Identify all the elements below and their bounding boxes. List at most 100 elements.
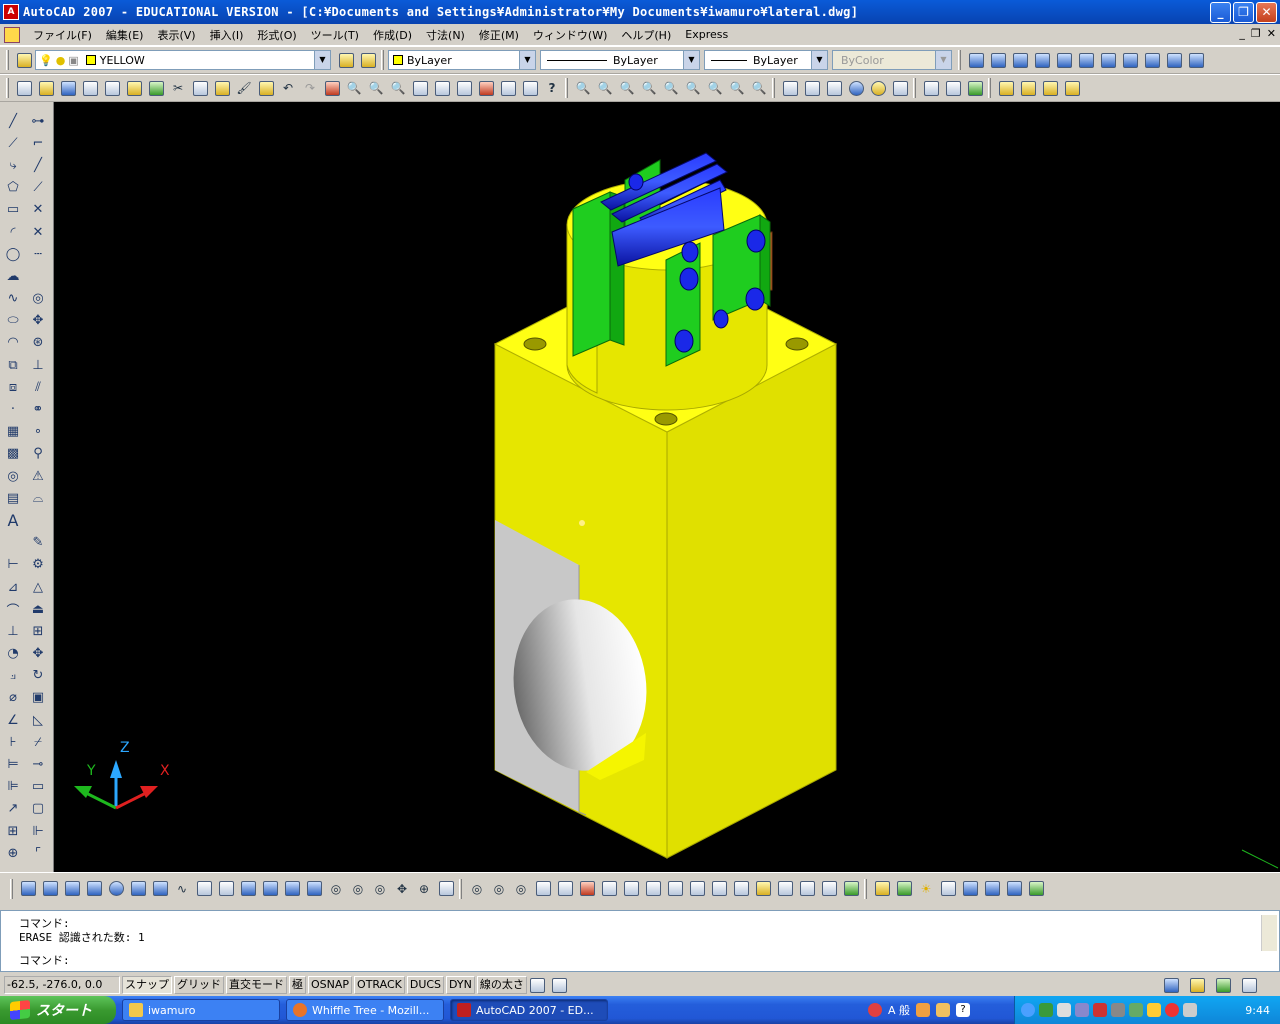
offset-icon[interactable]: ✕ (28, 221, 48, 243)
ime-tool-icon[interactable] (916, 1003, 931, 1017)
move3d-icon[interactable]: ✥ (28, 643, 48, 665)
open-file-icon[interactable] (35, 77, 57, 99)
helix-icon[interactable]: ∿ (171, 878, 193, 900)
3d-dwf-icon[interactable] (145, 77, 167, 99)
sweep-icon[interactable] (259, 878, 281, 900)
ellipse-arc-icon[interactable]: ◠ (3, 332, 23, 354)
orbit-icon[interactable] (920, 77, 942, 99)
nw-iso-view-icon[interactable] (1185, 49, 1207, 71)
presspull-icon[interactable] (237, 878, 259, 900)
maximize-button[interactable]: ❐ (1233, 2, 1254, 23)
mirror-icon[interactable]: ✕ (28, 199, 48, 221)
layer-isolate-icon[interactable] (1017, 77, 1039, 99)
layer-manager-icon[interactable] (13, 49, 35, 71)
scale-icon[interactable]: ⊥ (28, 354, 48, 376)
polygon-icon[interactable]: ⬠ (3, 177, 23, 199)
polyline-icon[interactable]: ⤷ (3, 154, 23, 176)
toolbar-grip[interactable] (988, 78, 991, 98)
dim-aligned-icon[interactable]: ⊿ (3, 576, 23, 598)
otrack-toggle[interactable]: OTRACK (354, 976, 405, 994)
cylinder-icon[interactable] (127, 878, 149, 900)
zoom-center-icon[interactable]: 🔍 (638, 77, 660, 99)
minimize-button[interactable]: _ (1210, 2, 1231, 23)
layer-previous-icon[interactable] (357, 49, 379, 71)
undo-icon[interactable]: ↶ (277, 77, 299, 99)
loft-icon[interactable] (303, 878, 325, 900)
environment-icon[interactable] (937, 878, 959, 900)
snap-toggle[interactable]: スナップ (122, 976, 172, 994)
dim-angular-icon[interactable]: ∠ (3, 709, 23, 731)
top-view-icon[interactable] (987, 49, 1009, 71)
sheet-set-manager-icon[interactable] (475, 77, 497, 99)
move-faces-icon[interactable] (554, 878, 576, 900)
menu-dimension[interactable]: 寸法(N) (419, 27, 472, 43)
center-mark-icon[interactable]: ⊕ (3, 842, 23, 864)
help-icon[interactable]: ? (541, 77, 563, 99)
doc-close-button[interactable]: ✕ (1267, 27, 1276, 40)
dim-ordinate-icon[interactable]: ⊥ (3, 620, 23, 642)
taper-faces-icon[interactable] (642, 878, 664, 900)
redo-icon[interactable]: ↷ (299, 77, 321, 99)
move-icon[interactable]: ✥ (28, 310, 48, 332)
model-space-canvas[interactable]: Z Y X (54, 102, 1280, 872)
volume-icon[interactable] (1057, 1003, 1071, 1017)
explode-icon[interactable]: ⚙ (28, 554, 48, 576)
arc-icon[interactable]: ◜ (3, 221, 23, 243)
layer-off-icon[interactable] (1061, 77, 1083, 99)
render-icon[interactable] (889, 77, 911, 99)
advanced-render-icon[interactable] (1025, 878, 1047, 900)
extrude-icon[interactable]: ⏏ (28, 598, 48, 620)
document-icon[interactable] (4, 26, 20, 43)
menu-tools[interactable]: ツール(T) (304, 27, 366, 43)
copy-edges-icon[interactable] (708, 878, 730, 900)
dim-baseline-icon[interactable]: ⊨ (3, 753, 23, 775)
wireframe-icon[interactable] (823, 77, 845, 99)
extrude-3d-icon[interactable] (215, 878, 237, 900)
revolve-icon[interactable] (281, 878, 303, 900)
render-sphere-icon[interactable] (845, 77, 867, 99)
taskbar-item[interactable]: iwamuro (122, 999, 280, 1021)
display-icon[interactable] (1075, 1003, 1089, 1017)
back-view-icon[interactable] (1097, 49, 1119, 71)
ime-mode[interactable]: A 般 (888, 1002, 910, 1018)
start-button[interactable]: スタート (0, 996, 116, 1024)
toolbar-grip[interactable] (772, 78, 775, 98)
dim-jogged-icon[interactable]: ⟓ (3, 665, 23, 687)
dim-continue-icon[interactable]: ⊫ (3, 776, 23, 798)
check-icon[interactable] (840, 878, 862, 900)
toolbar-grip[interactable] (6, 50, 9, 70)
edit-text-icon[interactable]: ⌜ (28, 842, 48, 864)
properties-icon[interactable] (409, 77, 431, 99)
dim-radius-icon[interactable]: ◔ (3, 643, 23, 665)
left-view-icon[interactable] (1031, 49, 1053, 71)
ellipse-icon[interactable]: ⬭ (3, 310, 23, 332)
section-icon[interactable]: ◺ (28, 709, 48, 731)
point-icon[interactable]: · (3, 398, 23, 420)
zoom-in-icon[interactable]: 🔍 (682, 77, 704, 99)
box-icon[interactable] (801, 77, 823, 99)
rotate3d-icon[interactable]: ↻ (28, 665, 48, 687)
copy-faces-icon[interactable] (664, 878, 686, 900)
match-properties-icon[interactable]: 🖌 (233, 77, 255, 99)
zoom-object-icon[interactable]: 🔍 (660, 77, 682, 99)
zoom-realtime-icon[interactable]: 🔍 (343, 77, 365, 99)
slice-icon[interactable]: ▣ (28, 687, 48, 709)
imprint-3d-icon[interactable] (752, 878, 774, 900)
solid-intersect-icon[interactable]: ◎ (510, 878, 532, 900)
cut-icon[interactable]: ✂ (167, 77, 189, 99)
toolbar-lock-icon[interactable] (1186, 974, 1208, 996)
lineweight-toggle[interactable]: 線の太さ (476, 976, 527, 994)
materials-icon[interactable] (867, 77, 889, 99)
layer-states-icon[interactable] (995, 77, 1017, 99)
planar-surface-icon[interactable] (193, 878, 215, 900)
join-icon[interactable]: ⚠ (28, 465, 48, 487)
shell-icon[interactable] (818, 878, 840, 900)
gradient-icon[interactable]: ▩ (3, 443, 23, 465)
sun-properties-icon[interactable]: ☀ (915, 878, 937, 900)
command-prompt[interactable]: コマンド: (19, 952, 70, 968)
hatch-icon[interactable]: ▦ (3, 421, 23, 443)
dim-linear-small-icon[interactable]: ⊶ (28, 110, 48, 132)
region-icon[interactable]: ◎ (3, 465, 23, 487)
bottom-view-icon[interactable] (1009, 49, 1031, 71)
sw-iso-view-icon[interactable] (1119, 49, 1141, 71)
